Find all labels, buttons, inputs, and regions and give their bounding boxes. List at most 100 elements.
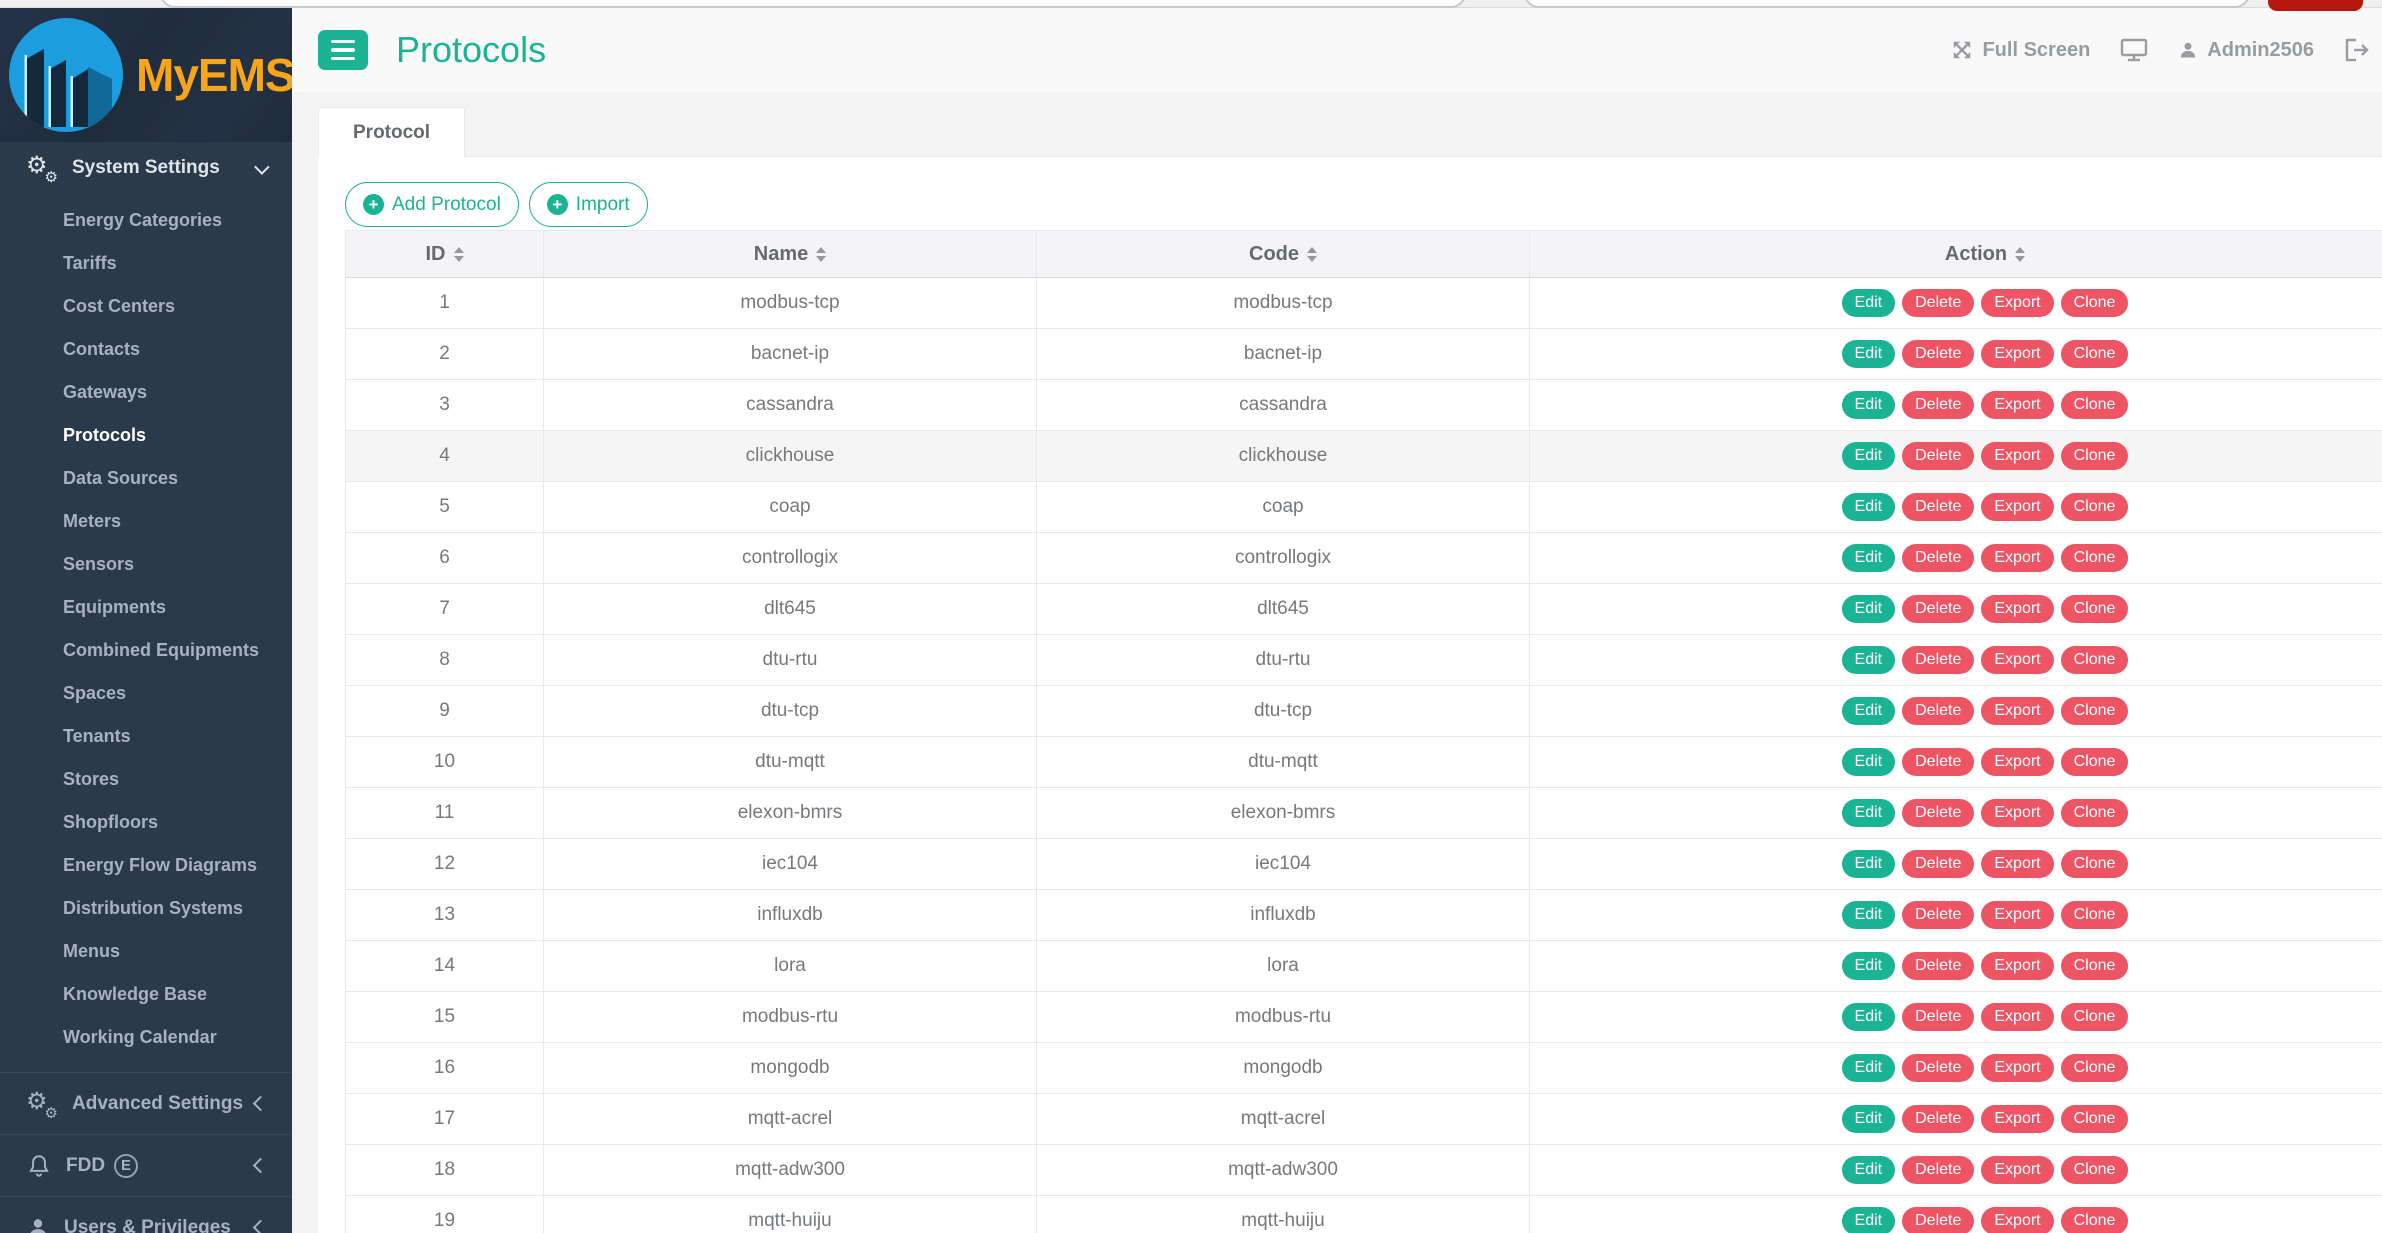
export-button[interactable]: Export xyxy=(1981,901,2053,929)
clone-button[interactable]: Clone xyxy=(2061,391,2129,419)
clone-button[interactable]: Clone xyxy=(2061,901,2129,929)
column-header-name[interactable]: Name xyxy=(544,231,1037,278)
sidebar-item-sensors[interactable]: Sensors xyxy=(0,543,292,586)
export-button[interactable]: Export xyxy=(1981,289,2053,317)
delete-button[interactable]: Delete xyxy=(1902,340,1974,368)
import-button[interactable]: + Import xyxy=(529,182,648,227)
sidebar-item-tenants[interactable]: Tenants xyxy=(0,715,292,758)
sidebar-section-advanced-settings[interactable]: ⚙⚙ Advanced Settings xyxy=(0,1072,292,1134)
export-button[interactable]: Export xyxy=(1981,1207,2053,1233)
sidebar-item-stores[interactable]: Stores xyxy=(0,758,292,801)
edit-button[interactable]: Edit xyxy=(1842,799,1896,827)
delete-button[interactable]: Delete xyxy=(1902,1105,1974,1133)
export-button[interactable]: Export xyxy=(1981,1105,2053,1133)
sidebar-item-cost-centers[interactable]: Cost Centers xyxy=(0,285,292,328)
sidebar-item-menus[interactable]: Menus xyxy=(0,930,292,973)
delete-button[interactable]: Delete xyxy=(1902,1207,1974,1233)
delete-button[interactable]: Delete xyxy=(1902,391,1974,419)
sidebar-item-knowledge-base[interactable]: Knowledge Base xyxy=(0,973,292,1016)
export-button[interactable]: Export xyxy=(1981,748,2053,776)
clone-button[interactable]: Clone xyxy=(2061,289,2129,317)
clone-button[interactable]: Clone xyxy=(2061,1003,2129,1031)
sidebar-section-system-settings[interactable]: ⚙⚙ System Settings xyxy=(0,142,292,194)
sidebar-item-distribution-systems[interactable]: Distribution Systems xyxy=(0,887,292,930)
sidebar-item-tariffs[interactable]: Tariffs xyxy=(0,242,292,285)
export-button[interactable]: Export xyxy=(1981,1054,2053,1082)
edit-button[interactable]: Edit xyxy=(1842,850,1896,878)
browser-search-bar[interactable] xyxy=(1524,0,2250,8)
clone-button[interactable]: Clone xyxy=(2061,850,2129,878)
clone-button[interactable]: Clone xyxy=(2061,595,2129,623)
delete-button[interactable]: Delete xyxy=(1902,1003,1974,1031)
delete-button[interactable]: Delete xyxy=(1902,799,1974,827)
clone-button[interactable]: Clone xyxy=(2061,544,2129,572)
edit-button[interactable]: Edit xyxy=(1842,1156,1896,1184)
sidebar-item-shopfloors[interactable]: Shopfloors xyxy=(0,801,292,844)
column-header-id[interactable]: ID xyxy=(346,231,544,278)
edit-button[interactable]: Edit xyxy=(1842,901,1896,929)
export-button[interactable]: Export xyxy=(1981,1003,2053,1031)
edit-button[interactable]: Edit xyxy=(1842,493,1896,521)
export-button[interactable]: Export xyxy=(1981,799,2053,827)
sidebar-item-energy-flow-diagrams[interactable]: Energy Flow Diagrams xyxy=(0,844,292,887)
delete-button[interactable]: Delete xyxy=(1902,850,1974,878)
edit-button[interactable]: Edit xyxy=(1842,1105,1896,1133)
browser-address-bar[interactable] xyxy=(160,0,1466,8)
clone-button[interactable]: Clone xyxy=(2061,799,2129,827)
sidebar-item-data-sources[interactable]: Data Sources xyxy=(0,457,292,500)
delete-button[interactable]: Delete xyxy=(1902,748,1974,776)
delete-button[interactable]: Delete xyxy=(1902,901,1974,929)
column-header-action[interactable]: Action xyxy=(1530,231,2382,278)
sidebar-item-combined-equipments[interactable]: Combined Equipments xyxy=(0,629,292,672)
sidebar-item-working-calendar[interactable]: Working Calendar xyxy=(0,1016,292,1059)
export-button[interactable]: Export xyxy=(1981,646,2053,674)
edit-button[interactable]: Edit xyxy=(1842,391,1896,419)
clone-button[interactable]: Clone xyxy=(2061,1105,2129,1133)
export-button[interactable]: Export xyxy=(1981,442,2053,470)
delete-button[interactable]: Delete xyxy=(1902,1054,1974,1082)
delete-button[interactable]: Delete xyxy=(1902,544,1974,572)
clone-button[interactable]: Clone xyxy=(2061,952,2129,980)
edit-button[interactable]: Edit xyxy=(1842,748,1896,776)
fullscreen-button[interactable]: Full Screen xyxy=(1951,39,2090,62)
monitor-icon[interactable] xyxy=(2120,37,2148,63)
export-button[interactable]: Export xyxy=(1981,340,2053,368)
delete-button[interactable]: Delete xyxy=(1902,1156,1974,1184)
sidebar-item-meters[interactable]: Meters xyxy=(0,500,292,543)
export-button[interactable]: Export xyxy=(1981,850,2053,878)
sidebar-section-fdd[interactable]: FDD E xyxy=(0,1134,292,1196)
delete-button[interactable]: Delete xyxy=(1902,952,1974,980)
add-protocol-button[interactable]: + Add Protocol xyxy=(345,182,519,227)
clone-button[interactable]: Clone xyxy=(2061,442,2129,470)
clone-button[interactable]: Clone xyxy=(2061,748,2129,776)
delete-button[interactable]: Delete xyxy=(1902,646,1974,674)
edit-button[interactable]: Edit xyxy=(1842,340,1896,368)
export-button[interactable]: Export xyxy=(1981,952,2053,980)
clone-button[interactable]: Clone xyxy=(2061,697,2129,725)
delete-button[interactable]: Delete xyxy=(1902,289,1974,317)
export-button[interactable]: Export xyxy=(1981,697,2053,725)
delete-button[interactable]: Delete xyxy=(1902,442,1974,470)
sidebar-item-protocols[interactable]: Protocols xyxy=(0,414,292,457)
export-button[interactable]: Export xyxy=(1981,595,2053,623)
sidebar-item-contacts[interactable]: Contacts xyxy=(0,328,292,371)
edit-button[interactable]: Edit xyxy=(1842,1003,1896,1031)
edit-button[interactable]: Edit xyxy=(1842,646,1896,674)
delete-button[interactable]: Delete xyxy=(1902,595,1974,623)
edit-button[interactable]: Edit xyxy=(1842,544,1896,572)
edit-button[interactable]: Edit xyxy=(1842,697,1896,725)
logout-icon[interactable] xyxy=(2344,38,2370,62)
clone-button[interactable]: Clone xyxy=(2061,646,2129,674)
tab-protocol[interactable]: Protocol xyxy=(318,107,465,157)
sidebar-item-equipments[interactable]: Equipments xyxy=(0,586,292,629)
clone-button[interactable]: Clone xyxy=(2061,1156,2129,1184)
edit-button[interactable]: Edit xyxy=(1842,289,1896,317)
sidebar-item-gateways[interactable]: Gateways xyxy=(0,371,292,414)
column-header-code[interactable]: Code xyxy=(1037,231,1530,278)
delete-button[interactable]: Delete xyxy=(1902,697,1974,725)
sidebar-section-users-privileges[interactable]: Users & Privileges xyxy=(0,1196,292,1233)
edit-button[interactable]: Edit xyxy=(1842,442,1896,470)
clone-button[interactable]: Clone xyxy=(2061,493,2129,521)
export-button[interactable]: Export xyxy=(1981,493,2053,521)
delete-button[interactable]: Delete xyxy=(1902,493,1974,521)
